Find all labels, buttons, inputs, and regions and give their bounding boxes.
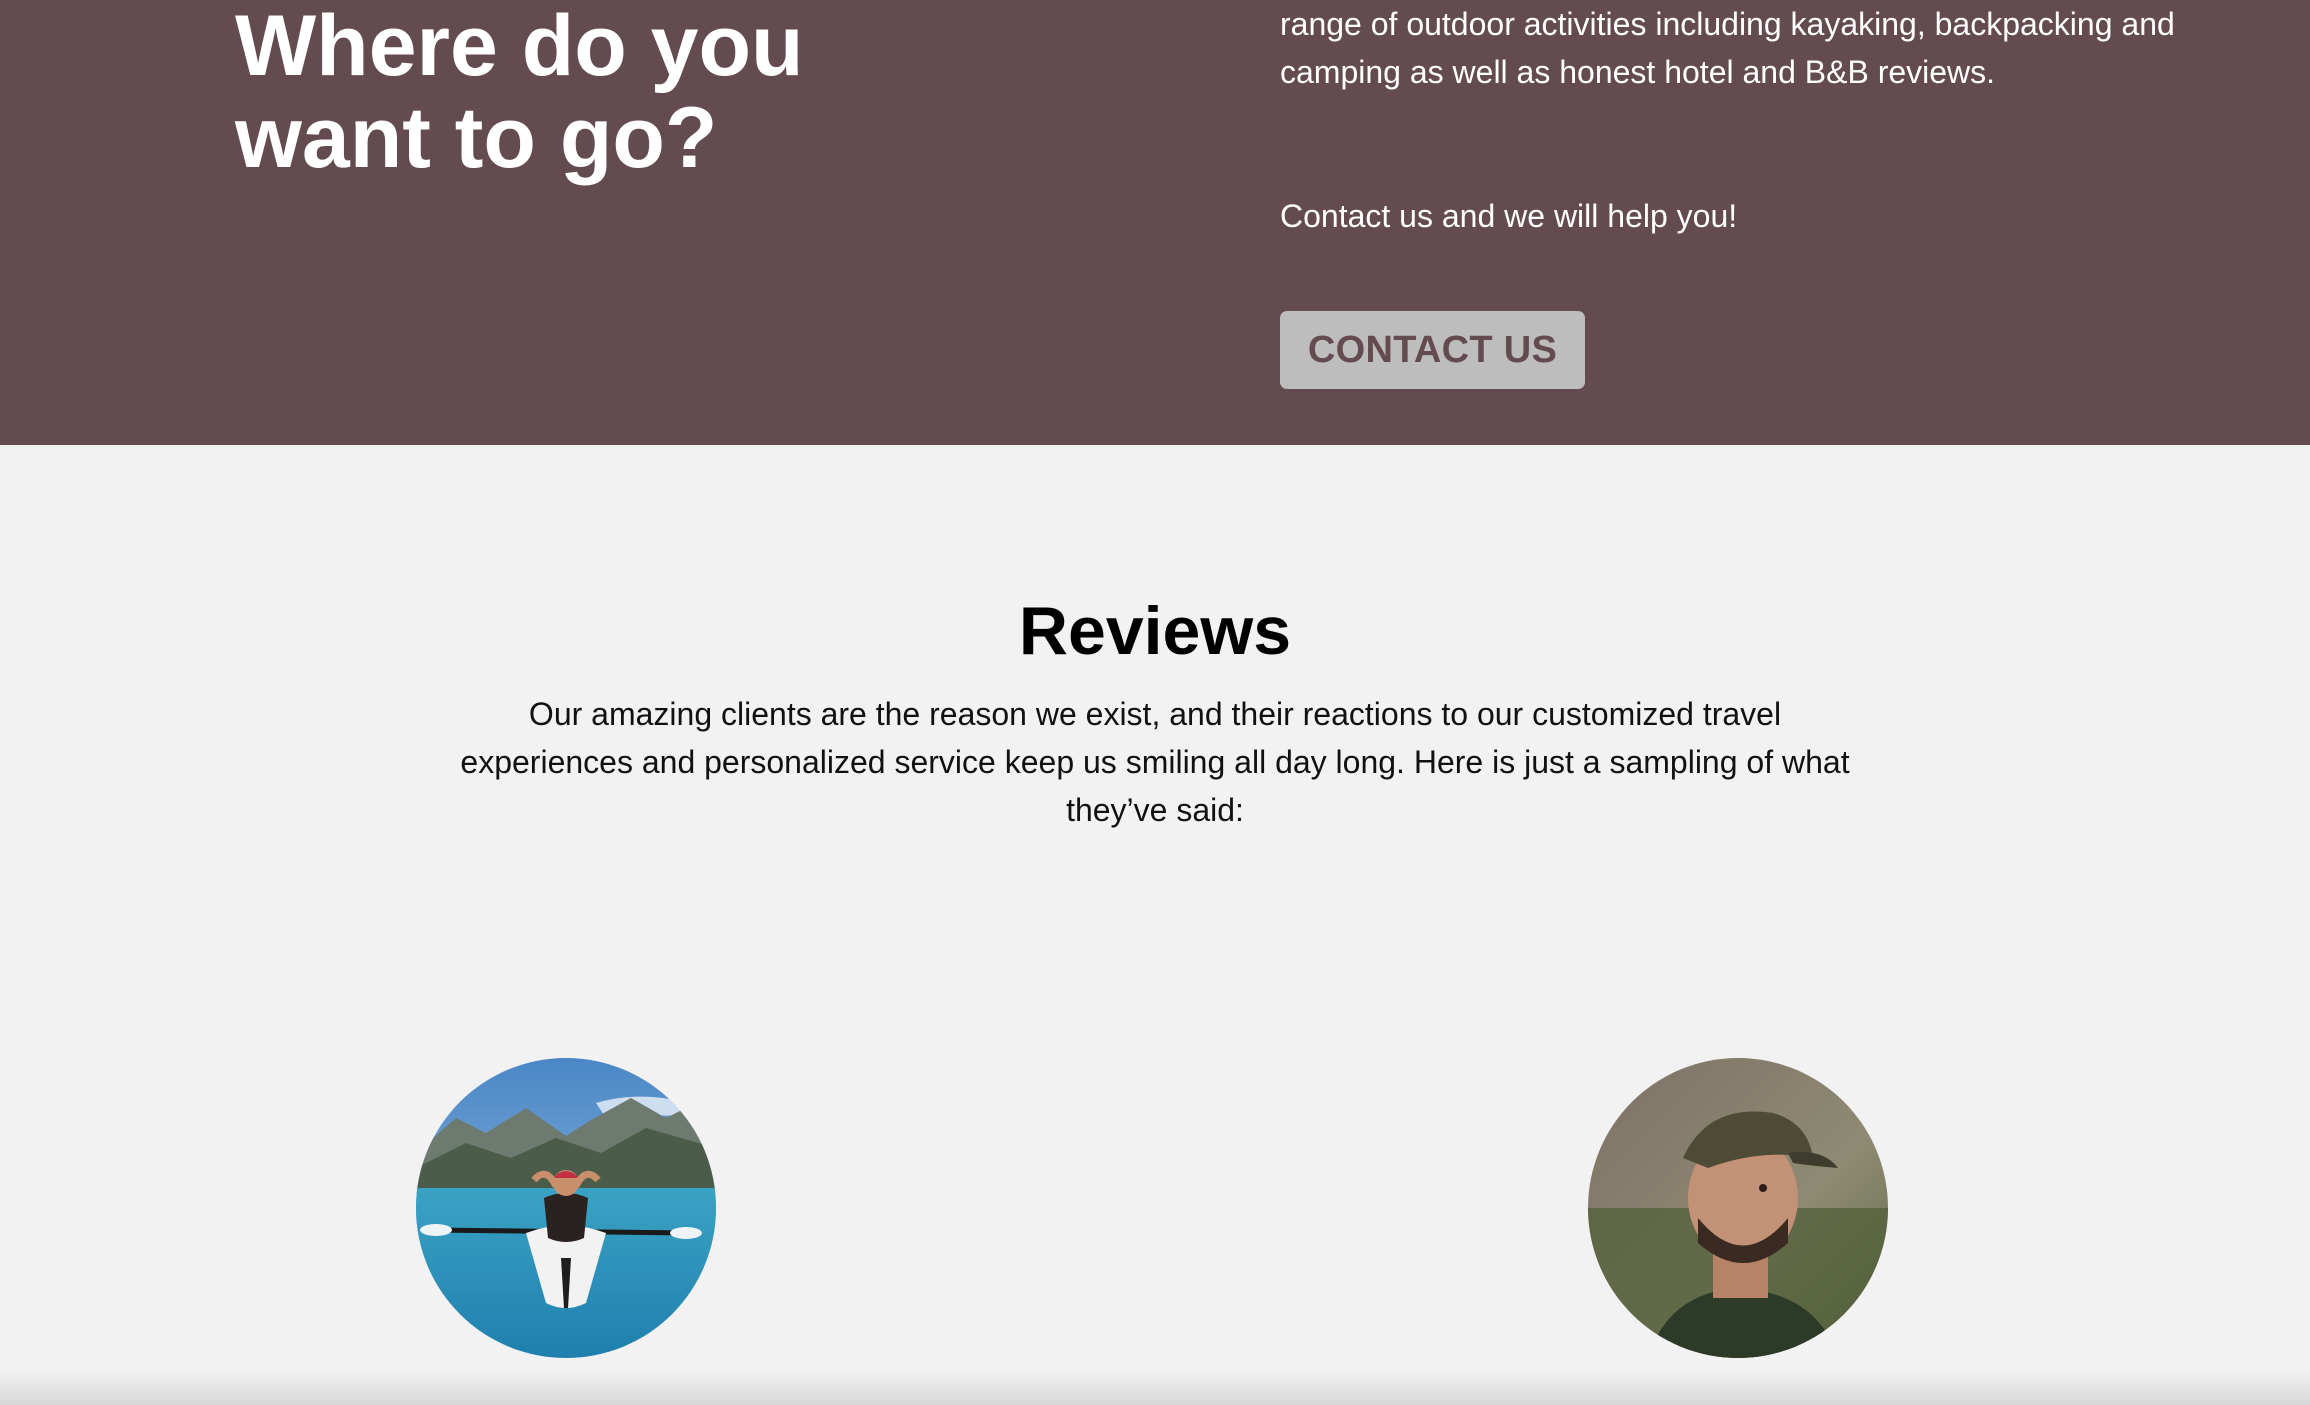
kayaker-photo-icon [416,1058,716,1358]
hero-body-text: range of outdoor activities including ka… [1280,6,2175,90]
hero-title: Where do you want to go? [235,0,804,186]
reviews-intro: Our amazing clients are the reason we ex… [460,696,1850,828]
hero-contact-text: Contact us and we will help you! [1280,198,1738,234]
hiker-portrait-photo-icon [1588,1058,1888,1358]
contact-us-button[interactable]: CONTACT US [1280,311,1585,389]
bottom-fade [0,1370,2310,1405]
hero-section: Where do you want to go? range of outdoo… [0,0,2310,445]
page: Where do you want to go? range of outdoo… [0,0,2310,1405]
reviews-title: Reviews [1018,593,1292,669]
hiker-avatar-image [1588,1058,1888,1358]
hero-right-column: range of outdoor activities including ka… [1280,0,2210,234]
kayaker-avatar-image [416,1058,716,1358]
